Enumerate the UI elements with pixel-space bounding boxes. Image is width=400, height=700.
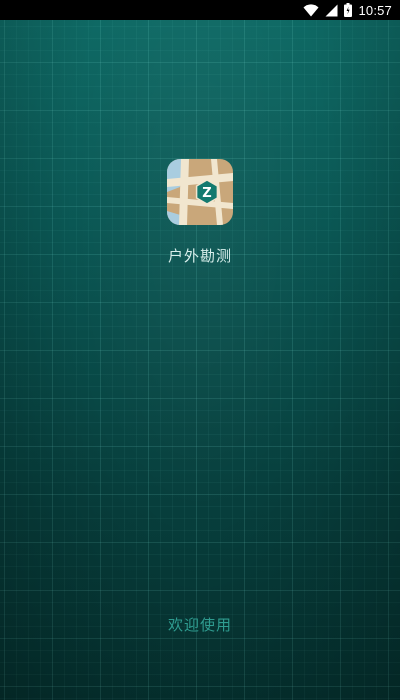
status-time: 10:57 <box>358 2 392 18</box>
grid-background <box>0 0 400 700</box>
status-bar: 10:57 <box>0 0 400 20</box>
app-name: 户外勘测 <box>167 247 232 265</box>
icon-letter: Z <box>202 186 211 201</box>
battery-icon <box>344 3 353 17</box>
splash-screen: 10:57 Z 户外勘测 欢迎使用 <box>0 0 400 700</box>
welcome-text: 欢迎使用 <box>167 616 232 634</box>
background-vignette <box>0 0 400 700</box>
signal-icon <box>325 4 338 17</box>
wifi-icon <box>303 3 319 17</box>
map-hexagon-z-icon: Z <box>167 159 233 225</box>
